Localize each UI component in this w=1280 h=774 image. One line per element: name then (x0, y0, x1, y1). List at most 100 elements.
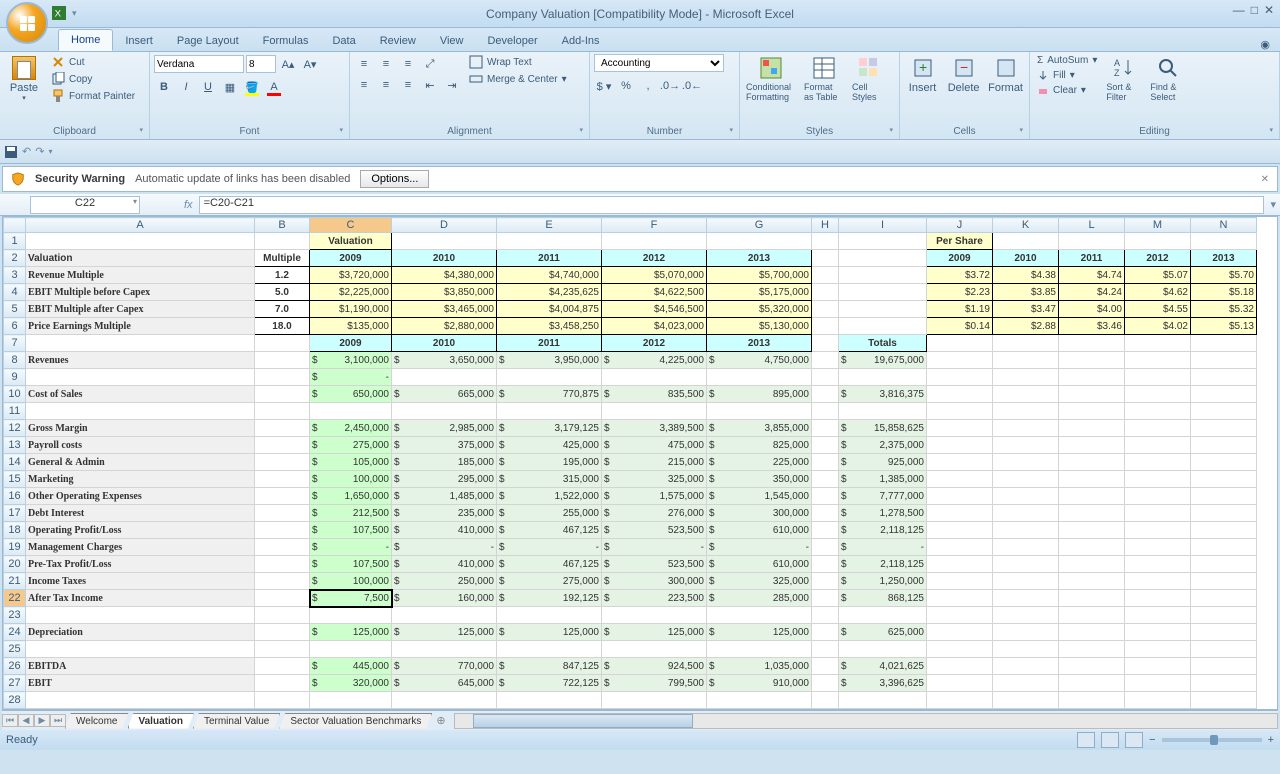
autosum-button[interactable]: Σ AutoSum ▾ (1034, 54, 1100, 67)
svg-text:+: + (919, 59, 927, 75)
tab-nav-prev[interactable]: ◀ (18, 714, 34, 727)
wrap-icon (469, 55, 483, 69)
number-format-combo[interactable]: Accounting (594, 54, 724, 72)
tab-page-layout[interactable]: Page Layout (165, 31, 251, 51)
styles-icon (857, 56, 881, 80)
fill-button[interactable]: Fill ▾ (1034, 68, 1100, 82)
insert-icon: + (911, 56, 935, 80)
sort-filter-button[interactable]: AZSort & Filter (1104, 54, 1144, 104)
bold-button[interactable]: B (154, 77, 174, 97)
accounting-button[interactable]: $ ▾ (594, 76, 614, 96)
grow-font-button[interactable]: A▴ (278, 54, 298, 74)
maximize-button[interactable]: □ (1251, 3, 1258, 17)
close-button[interactable]: ✕ (1264, 3, 1274, 17)
font-name-combo[interactable] (154, 55, 244, 73)
horizontal-scrollbar[interactable] (454, 713, 1278, 729)
tab-view[interactable]: View (428, 31, 476, 51)
fill-color-button[interactable]: 🪣 (242, 77, 262, 97)
group-font-label: Font (154, 124, 345, 139)
cut-button[interactable]: Cut (48, 54, 138, 70)
excel-icon: X (52, 6, 66, 20)
expand-formula-icon[interactable]: ▾ (1270, 198, 1276, 211)
redo-icon[interactable]: ↷ (35, 145, 44, 158)
tab-data[interactable]: Data (320, 31, 367, 51)
name-box[interactable]: C22 (30, 196, 140, 214)
wrap-text-button[interactable]: Wrap Text (466, 54, 570, 70)
format-as-table-button[interactable]: Format as Table (802, 54, 846, 104)
tab-nav-last[interactable]: ⏭ (50, 714, 66, 727)
delete-cells-button[interactable]: −Delete (945, 54, 982, 96)
cell-styles-button[interactable]: Cell Styles (850, 54, 888, 104)
shield-icon (11, 172, 25, 186)
security-options-button[interactable]: Options... (360, 170, 429, 188)
font-size-combo[interactable] (246, 55, 276, 73)
tab-review[interactable]: Review (368, 31, 428, 51)
quick-access-toolbar: X ▾ (52, 6, 77, 20)
view-break-button[interactable] (1125, 732, 1143, 748)
sheet-tab-sector[interactable]: Sector Valuation Benchmarks (279, 713, 432, 729)
percent-button[interactable]: % (616, 76, 636, 96)
view-layout-button[interactable] (1101, 732, 1119, 748)
tab-insert[interactable]: Insert (113, 31, 165, 51)
align-right-button[interactable]: ≡ (398, 75, 418, 95)
align-left-button[interactable]: ≡ (354, 75, 374, 95)
group-editing-label: Editing (1034, 124, 1275, 139)
view-normal-button[interactable] (1077, 732, 1095, 748)
group-number-label: Number (594, 124, 735, 139)
tab-nav-next[interactable]: ▶ (34, 714, 50, 727)
fx-icon[interactable]: fx (184, 199, 193, 211)
align-middle-button[interactable]: ≡ (376, 54, 396, 74)
tab-formulas[interactable]: Formulas (251, 31, 321, 51)
security-close-button[interactable]: ✕ (1261, 174, 1269, 185)
zoom-slider[interactable] (1162, 738, 1262, 742)
align-top-button[interactable]: ≡ (354, 54, 374, 74)
increase-decimal-button[interactable]: .0→ (660, 76, 680, 96)
increase-indent-button[interactable]: ⇥ (442, 75, 462, 95)
status-text: Ready (6, 734, 38, 746)
format-painter-button[interactable]: Format Painter (48, 88, 138, 104)
border-button[interactable]: ▦ (220, 77, 240, 97)
zoom-out-button[interactable]: − (1149, 734, 1155, 746)
insert-cells-button[interactable]: +Insert (904, 54, 941, 96)
zoom-in-button[interactable]: + (1268, 734, 1274, 746)
align-bottom-button[interactable]: ≡ (398, 54, 418, 74)
font-color-button[interactable]: A (264, 77, 284, 97)
orientation-button[interactable]: ⤢ (420, 54, 440, 74)
qat2-dropdown[interactable]: ▾ (48, 147, 52, 156)
spreadsheet-grid[interactable]: ABCDEFGHIJKLMN1ValuationPer Share2Valuat… (2, 216, 1278, 710)
decrease-decimal-button[interactable]: .0← (682, 76, 702, 96)
tab-nav-first[interactable]: ⏮ (2, 714, 18, 727)
underline-button[interactable]: U (198, 77, 218, 97)
paste-button[interactable]: Paste▾ (4, 54, 44, 104)
tab-addins[interactable]: Add-Ins (550, 31, 612, 51)
merge-center-button[interactable]: Merge & Center ▾ (466, 71, 570, 87)
group-cells-label: Cells (904, 124, 1025, 139)
office-button[interactable] (6, 2, 48, 44)
help-icon[interactable]: ◉ (1260, 38, 1270, 51)
qat-dropdown-icon[interactable]: ▾ (72, 8, 77, 19)
minimize-button[interactable]: — (1233, 3, 1245, 17)
table-icon (812, 56, 836, 80)
format-cells-button[interactable]: Format (986, 54, 1025, 96)
tab-developer[interactable]: Developer (475, 31, 549, 51)
italic-button[interactable]: I (176, 77, 196, 97)
decrease-indent-button[interactable]: ⇤ (420, 75, 440, 95)
save-icon[interactable] (4, 145, 18, 159)
sheet-tab-valuation[interactable]: Valuation (128, 713, 194, 729)
comma-button[interactable]: , (638, 76, 658, 96)
sheet-tab-welcome[interactable]: Welcome (65, 713, 129, 729)
sheet-tabs: ⏮ ◀ ▶ ⏭ Welcome Valuation Terminal Value… (2, 710, 1278, 730)
formula-input[interactable]: =C20-C21 (199, 196, 1265, 214)
undo-icon[interactable]: ↶ (22, 145, 31, 158)
tab-home[interactable]: Home (58, 29, 113, 51)
find-select-button[interactable]: Find & Select (1148, 54, 1188, 104)
security-title: Security Warning (35, 173, 125, 185)
security-bar: Security Warning Automatic update of lin… (2, 166, 1278, 192)
conditional-formatting-button[interactable]: Conditional Formatting (744, 54, 798, 104)
copy-button[interactable]: Copy (48, 71, 138, 87)
align-center-button[interactable]: ≡ (376, 75, 396, 95)
clear-button[interactable]: Clear ▾ (1034, 83, 1100, 97)
sheet-tab-terminal[interactable]: Terminal Value (193, 713, 280, 729)
insert-sheet-icon[interactable]: ⊕ (436, 714, 445, 727)
shrink-font-button[interactable]: A▾ (300, 54, 320, 74)
